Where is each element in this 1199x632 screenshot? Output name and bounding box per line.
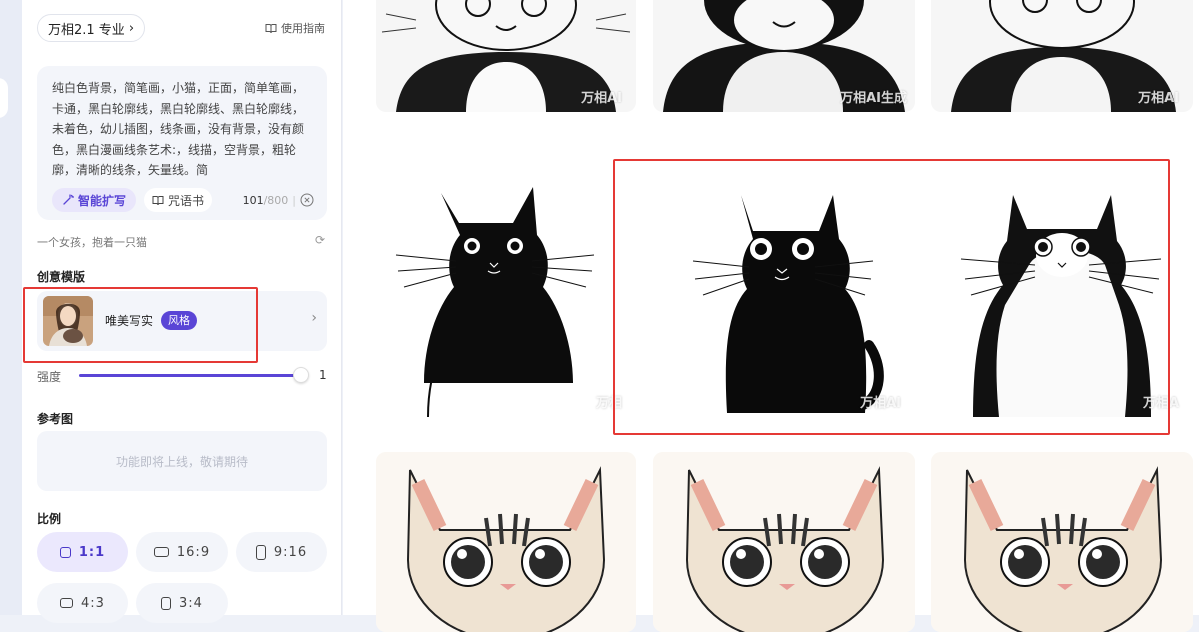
generated-image[interactable]: 万相 <box>376 155 636 417</box>
reference-section-title: 参考图 <box>37 412 74 426</box>
reference-placeholder: 功能即将上线，敬请期待 <box>115 454 248 469</box>
spellbook-label: 咒语书 <box>168 193 205 208</box>
image-gallery: 万相AI 万相AI生成 万相AI 万相 万相AI 万相A <box>343 0 1199 632</box>
chevron-right-icon[interactable]: › <box>311 310 317 326</box>
ratio-option-1-1[interactable]: 1:1 <box>37 532 128 572</box>
prompt-textarea[interactable]: 纯白色背景，简笔画，小猫，正面，简单笔画，卡通，黑白轮廓线，黑白轮廓线、黑白轮廓… <box>52 78 314 182</box>
strength-label: 强度 <box>37 370 62 384</box>
reference-upload-area: 功能即将上线，敬请期待 <box>37 431 327 491</box>
highlight-box-results <box>613 159 1170 435</box>
guide-label: 使用指南 <box>281 22 325 35</box>
magic-wand-icon <box>63 194 74 205</box>
chevron-right-icon: › <box>128 20 135 36</box>
ratio-label: 1:1 <box>78 544 106 560</box>
ratio-option-16-9[interactable]: 16:9 <box>136 532 228 572</box>
portrait-ratio-icon <box>161 596 172 610</box>
portrait-ratio-icon <box>255 544 266 560</box>
ratio-option-9-16[interactable]: 9:16 <box>236 532 327 572</box>
settings-panel: 万相2.1 专业 › 使用指南 纯白色背景，简笔画，小猫，正面，简单笔画，卡通，… <box>22 0 342 623</box>
template-section-title: 创意模版 <box>37 270 86 284</box>
ratio-section-title: 比例 <box>37 512 62 526</box>
smart-expand-label: 智能扩写 <box>78 193 127 208</box>
watermark: 万相AI生成 <box>840 91 907 106</box>
prompt-suggestion[interactable]: 一个女孩，抱着一只猫 <box>37 234 327 250</box>
model-selector[interactable]: 万相2.1 专业 › <box>37 14 146 42</box>
prompt-box[interactable]: 纯白色背景，简笔画，小猫，正面，简单笔画，卡通，黑白轮廓线，黑白轮廓线、黑白轮廓… <box>37 66 327 220</box>
highlight-box-template <box>23 287 258 363</box>
divider: | <box>292 193 296 207</box>
generated-image[interactable] <box>653 452 915 632</box>
char-counter: 101/800 | <box>243 193 314 207</box>
smart-expand-button[interactable]: 智能扩写 <box>52 188 137 212</box>
refresh-icon[interactable]: ⟳ <box>315 233 325 247</box>
landscape-ratio-icon <box>60 598 74 608</box>
clear-icon[interactable] <box>300 193 314 207</box>
book-icon <box>152 195 164 205</box>
ratio-option-4-3[interactable]: 4:3 <box>37 583 128 623</box>
ratio-label: 9:16 <box>273 544 308 560</box>
ratio-label: 3:4 <box>179 595 203 611</box>
generated-image[interactable] <box>376 452 636 632</box>
watermark: 万相AI <box>581 91 622 106</box>
square-ratio-icon <box>59 546 71 558</box>
book-icon <box>265 23 277 33</box>
strength-slider-track[interactable] <box>79 374 297 377</box>
generated-image[interactable]: 万相AI生成 <box>653 0 915 112</box>
ratio-option-3-4[interactable]: 3:4 <box>136 583 228 623</box>
model-label: 万相2.1 专业 <box>48 22 125 38</box>
char-count: 101 <box>242 193 264 207</box>
strength-slider-handle[interactable] <box>293 367 309 383</box>
ratio-label: 16:9 <box>176 544 211 560</box>
spellbook-button[interactable]: 咒语书 <box>144 188 213 212</box>
generated-image[interactable]: 万相AI <box>931 0 1193 112</box>
generated-image[interactable] <box>931 452 1193 632</box>
guide-link[interactable]: 使用指南 <box>265 20 325 36</box>
watermark: 万相AI <box>1138 91 1179 106</box>
prompt-actions: 智能扩写 咒语书 101/800 | <box>52 188 314 212</box>
strength-value: 1 <box>319 368 327 382</box>
generated-image[interactable]: 万相AI <box>376 0 636 112</box>
landscape-ratio-icon <box>153 547 169 557</box>
rail-handle[interactable] <box>0 78 8 118</box>
left-rail <box>0 0 22 615</box>
ratio-label: 4:3 <box>81 595 105 611</box>
char-max: /800 <box>263 193 289 207</box>
